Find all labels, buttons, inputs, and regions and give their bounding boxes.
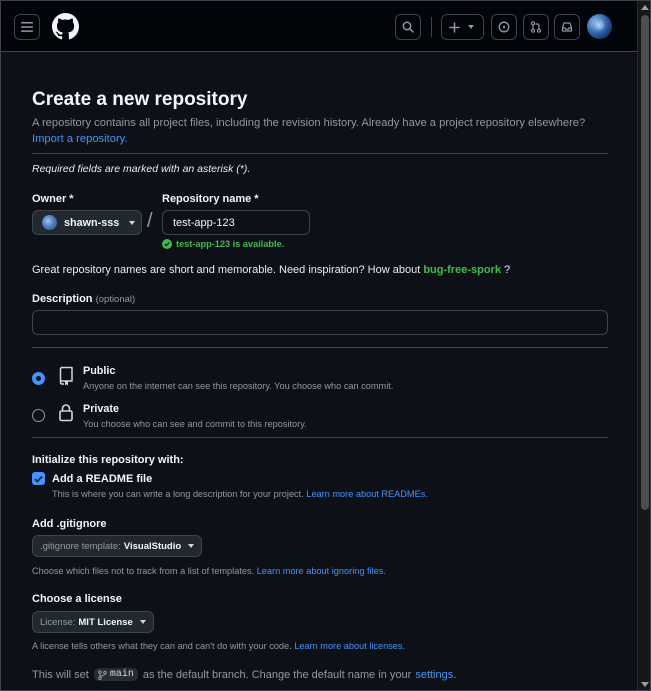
gitignore-learn-more-link[interactable]: Learn more about ignoring files. [257,566,386,576]
license-learn-more-link[interactable]: Learn more about licenses. [294,641,405,651]
chevron-down-icon [468,25,474,29]
import-repository-link[interactable]: Import a repository. [32,133,128,145]
required-fields-note: Required fields are marked with an aster… [32,163,251,175]
issues-button[interactable] [491,14,517,40]
divider [32,437,608,438]
owner-dropdown[interactable]: shawn-sss [32,210,142,235]
license-select-prefix: License: [40,616,76,628]
availability-text: test-app-123 is available. [176,239,285,249]
public-description: Anyone on the internet can see this repo… [83,381,394,391]
repository-name-label: Repository name * [162,193,259,205]
branch-suffix: . [453,668,457,681]
pull-requests-button[interactable] [523,14,549,40]
search-button[interactable] [395,14,421,40]
name-inspiration: Great repository names are short and mem… [32,264,510,276]
gitignore-description: Choose which files not to track from a l… [32,566,386,576]
add-readme-label[interactable]: Add a README file [52,473,152,485]
owner-value: shawn-sss [64,216,120,229]
repository-name-input[interactable] [162,210,310,235]
repo-icon [59,366,73,386]
gitignore-select-prefix: .gitignore template: [40,540,121,552]
page-description: A repository contains all project files,… [32,115,612,147]
branch-middle: as the default branch. Change the defaul… [142,668,412,681]
private-description: You choose who can see and commit to thi… [83,419,307,429]
suggested-name-link[interactable]: bug-free-spork [423,264,501,276]
inbox-button[interactable] [554,14,580,40]
plus-icon [449,21,460,33]
owner-label: Owner * [32,193,74,205]
lock-icon [59,404,73,422]
git-pull-request-icon [530,21,542,33]
page-title: Create a new repository [32,89,248,110]
default-branch-note: This will set main as the default branch… [32,668,456,681]
global-header [1,1,637,52]
license-title: Choose a license [32,593,122,605]
settings-link[interactable]: settings [415,669,453,681]
branch-chip: main [93,668,138,681]
availability-status: test-app-123 is available. [162,239,284,249]
description-label-text: Description [32,293,93,305]
chevron-down-icon [188,544,195,548]
check-icon [34,475,43,483]
main-content: Create a new repository A repository con… [1,52,637,690]
initialize-title: Initialize this repository with: [32,454,184,466]
page-scrollbar[interactable] [637,1,650,690]
readme-learn-more-link[interactable]: Learn more about READMEs. [306,489,428,499]
slash-separator: / [147,210,153,232]
readme-description-text: This is where you can write a long descr… [52,489,304,499]
divider [32,153,608,154]
branch-prefix: This will set [32,668,89,681]
browser-frame: Create a new repository A repository con… [0,0,651,691]
private-radio[interactable] [32,409,45,422]
scroll-down-arrow-icon[interactable] [641,682,649,687]
create-new-button[interactable] [441,14,484,40]
chevron-down-icon [139,620,146,624]
readme-description: This is where you can write a long descr… [52,489,428,499]
license-description-text: A license tells others what they can and… [32,641,292,651]
gitignore-template-dropdown[interactable]: .gitignore template: VisualStudio [32,535,203,557]
owner-avatar [42,215,57,230]
branch-name: main [109,669,134,680]
scroll-thumb[interactable] [641,15,649,510]
optional-tag: (optional) [95,294,136,305]
inbox-icon [561,22,573,32]
page-description-text: A repository contains all project files,… [32,117,586,129]
user-avatar[interactable] [587,14,612,39]
chevron-down-icon [129,220,136,225]
issue-opened-icon [498,21,510,33]
inspiration-suffix: ? [504,264,511,276]
header-separator [431,17,432,37]
search-icon [402,21,414,33]
scroll-up-arrow-icon[interactable] [641,5,649,10]
github-logo-icon[interactable] [52,13,79,40]
gitignore-description-text: Choose which files not to track from a l… [32,566,255,576]
license-dropdown[interactable]: License: MIT License [32,611,154,633]
public-title: Public [83,365,116,377]
gitignore-select-value: VisualStudio [123,540,182,552]
check-circle-icon [162,239,172,249]
description-input[interactable] [32,310,608,335]
license-select-value: MIT License [78,616,133,628]
gitignore-title: Add .gitignore [32,518,107,530]
public-radio[interactable] [32,372,45,385]
description-label: Description (optional) [32,293,135,305]
divider [32,347,608,348]
menu-button[interactable] [14,14,40,40]
inspiration-text: Great repository names are short and mem… [32,264,421,276]
license-description: A license tells others what they can and… [32,641,405,651]
hamburger-icon [21,22,33,32]
git-branch-icon [98,669,107,680]
add-readme-checkbox[interactable] [32,472,45,485]
private-title: Private [83,403,120,415]
